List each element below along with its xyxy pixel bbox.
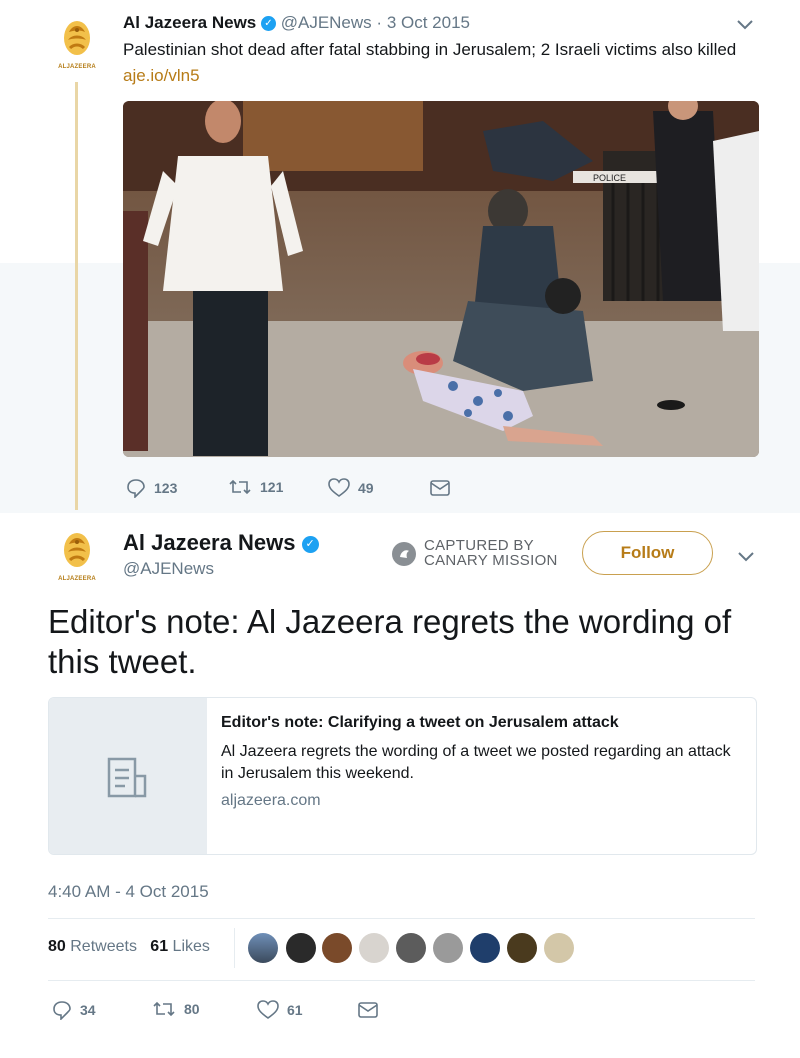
card-domain: aljazeera.com [221, 792, 321, 809]
divider [48, 980, 755, 981]
reply-icon [127, 479, 145, 498]
retweet-icon [229, 479, 251, 495]
aljazeera-logo-icon[interactable]: ALJAZEERA [57, 18, 97, 70]
retweet-count: 121 [260, 479, 284, 495]
article-icon [107, 757, 147, 798]
retweets-label: Retweets [70, 938, 137, 955]
card-thumbnail [49, 698, 207, 854]
avatar[interactable] [286, 933, 316, 963]
likes-label: Likes [172, 938, 210, 955]
likes-stat[interactable]: 61 Likes [150, 938, 210, 955]
tweet-photo[interactable]: POLICE [123, 101, 759, 457]
avatar[interactable] [470, 933, 500, 963]
like-count: 49 [358, 480, 374, 496]
avatar[interactable] [359, 933, 389, 963]
like-button[interactable]: 61 [257, 1000, 303, 1020]
logo-caption: ALJAZEERA [58, 576, 96, 582]
author-handle[interactable]: @AJENews [123, 559, 214, 579]
reply-button[interactable]: 123 [126, 478, 177, 498]
reply-icon [53, 1001, 71, 1020]
tweet-timestamp[interactable]: 4:40 AM - 4 Oct 2015 [48, 882, 209, 902]
chevron-down-icon[interactable] [737, 17, 753, 33]
reply-count: 123 [154, 480, 178, 496]
card-title: Editor's note: Clarifying a tweet on Jer… [221, 714, 619, 731]
aljazeera-logo-icon[interactable]: ALJAZEERA [57, 530, 97, 582]
separator: · [376, 13, 383, 32]
engagement-stats: 80 Retweets 61 Likes [48, 938, 210, 956]
retweet-button[interactable]: 121 [228, 478, 283, 496]
avatar[interactable] [396, 933, 426, 963]
watermark-line2: CANARY MISSION [424, 552, 558, 569]
watermark-line1: CAPTURED BY [424, 537, 534, 554]
author-name[interactable]: Al Jazeera News [123, 530, 295, 555]
avatar[interactable] [544, 933, 574, 963]
police-sign: POLICE [593, 173, 626, 183]
like-icon [257, 1000, 279, 1019]
tweet-header: Al Jazeera News ✓ @AJENews · 3 Oct 2015 [123, 13, 470, 33]
canary-mission-watermark: CAPTURED BY CANARY MISSION [424, 538, 558, 568]
tweet-text: Palestinian shot dead after fatal stabbi… [123, 40, 737, 59]
dm-button[interactable] [358, 1002, 378, 1018]
likes-count: 61 [150, 938, 169, 955]
like-count: 61 [287, 1002, 303, 1018]
divider [48, 918, 755, 919]
verified-icon: ✓ [260, 16, 276, 32]
link-card[interactable]: Editor's note: Clarifying a tweet on Jer… [48, 697, 757, 855]
dm-icon [430, 480, 450, 496]
retweet-icon [153, 1001, 175, 1017]
avatar[interactable] [248, 933, 278, 963]
main-tweet-text: Editor's note: Al Jazeera regrets the wo… [48, 603, 732, 680]
retweets-stat[interactable]: 80 Retweets [48, 938, 137, 955]
chevron-down-icon[interactable] [738, 549, 754, 565]
reply-button[interactable]: 34 [52, 1000, 96, 1020]
author-handle[interactable]: @AJENews [281, 13, 372, 32]
verified-icon: ✓ [301, 535, 319, 553]
thread-connector [75, 82, 78, 510]
card-description: Al Jazeera regrets the wording of a twee… [221, 743, 731, 782]
author-name[interactable]: Al Jazeera News [123, 13, 256, 32]
like-button[interactable]: 49 [328, 478, 374, 498]
retweets-count: 80 [48, 938, 66, 955]
retweet-button[interactable]: 80 [152, 1000, 200, 1018]
tweet-date[interactable]: 3 Oct 2015 [387, 13, 470, 32]
dm-icon [358, 1002, 378, 1018]
like-icon [328, 478, 350, 497]
follow-button[interactable]: Follow [582, 531, 713, 575]
reply-count: 34 [80, 1002, 96, 1018]
tweet-link[interactable]: aje.io/vln5 [123, 66, 200, 86]
logo-caption: ALJAZEERA [58, 64, 96, 70]
dm-button[interactable] [430, 480, 450, 496]
avatar[interactable] [507, 933, 537, 963]
avatar[interactable] [433, 933, 463, 963]
retweet-count: 80 [184, 1001, 200, 1017]
stats-separator [234, 928, 235, 968]
main-author-row: Al Jazeera News ✓ [123, 530, 319, 556]
canary-mission-icon [391, 541, 417, 572]
avatar[interactable] [322, 933, 352, 963]
